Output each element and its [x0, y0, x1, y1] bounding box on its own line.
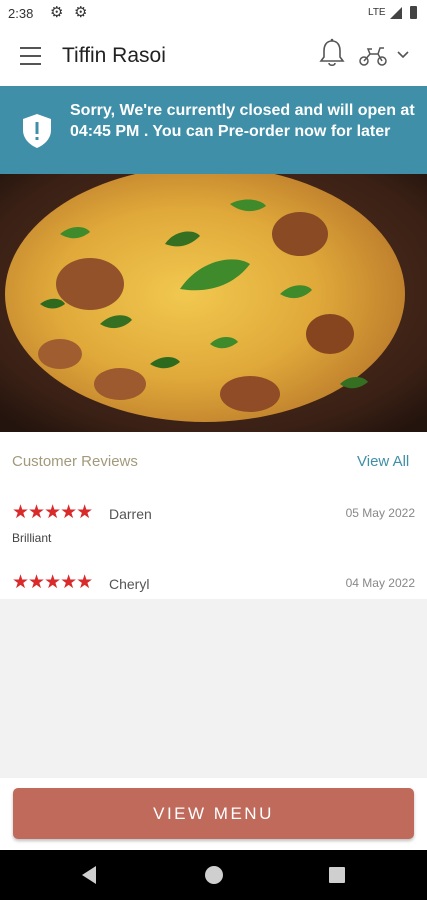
scooter-icon[interactable] [358, 44, 388, 68]
recents-icon[interactable] [329, 867, 345, 883]
review-comment: Brilliant [12, 531, 52, 545]
network-type: LTE [368, 7, 386, 18]
reviewer-name: Cheryl [109, 576, 150, 592]
app-bar: Tiffin Rasoi [0, 28, 427, 86]
status-time: 2:38 [8, 6, 34, 21]
system-nav-bar [0, 850, 427, 900]
battery-icon [410, 6, 417, 19]
app-title: Tiffin Rasoi [62, 44, 166, 67]
chevron-down-icon[interactable] [396, 50, 410, 60]
bottom-action-bar: VIEW MENU [0, 778, 427, 850]
signal-icon [390, 7, 402, 19]
star-rating: ★★★★★ [12, 572, 93, 593]
reviews-heading: Customer Reviews [12, 453, 138, 470]
closed-message: Sorry, We're currently closed and will o… [70, 102, 415, 140]
review-item: ★★★★★ Cheryl 04 May 2022 [0, 573, 427, 623]
settings-icon: ⚙ [74, 4, 88, 21]
view-menu-button[interactable]: VIEW MENU [13, 788, 414, 839]
review-date: 04 May 2022 [345, 576, 415, 590]
reviews-section: Customer Reviews View All ★★★★★ Darren 0… [0, 432, 427, 599]
review-date: 05 May 2022 [345, 506, 415, 520]
back-icon[interactable] [82, 866, 96, 884]
shield-alert-icon [23, 114, 51, 148]
biryani-food-image [0, 174, 427, 432]
view-all-link[interactable]: View All [357, 453, 409, 470]
star-rating: ★★★★★ [12, 502, 93, 523]
bell-icon[interactable] [318, 38, 346, 68]
status-bar: 2:38 ⚙ ⚙ LTE [0, 0, 427, 28]
review-item: ★★★★★ Darren 05 May 2022 Brilliant [0, 503, 427, 553]
settings-icon: ⚙ [50, 4, 64, 21]
closed-banner: Sorry, We're currently closed and will o… [0, 86, 427, 174]
reviewer-name: Darren [109, 506, 152, 522]
menu-icon[interactable] [20, 47, 41, 65]
home-icon[interactable] [205, 866, 223, 884]
